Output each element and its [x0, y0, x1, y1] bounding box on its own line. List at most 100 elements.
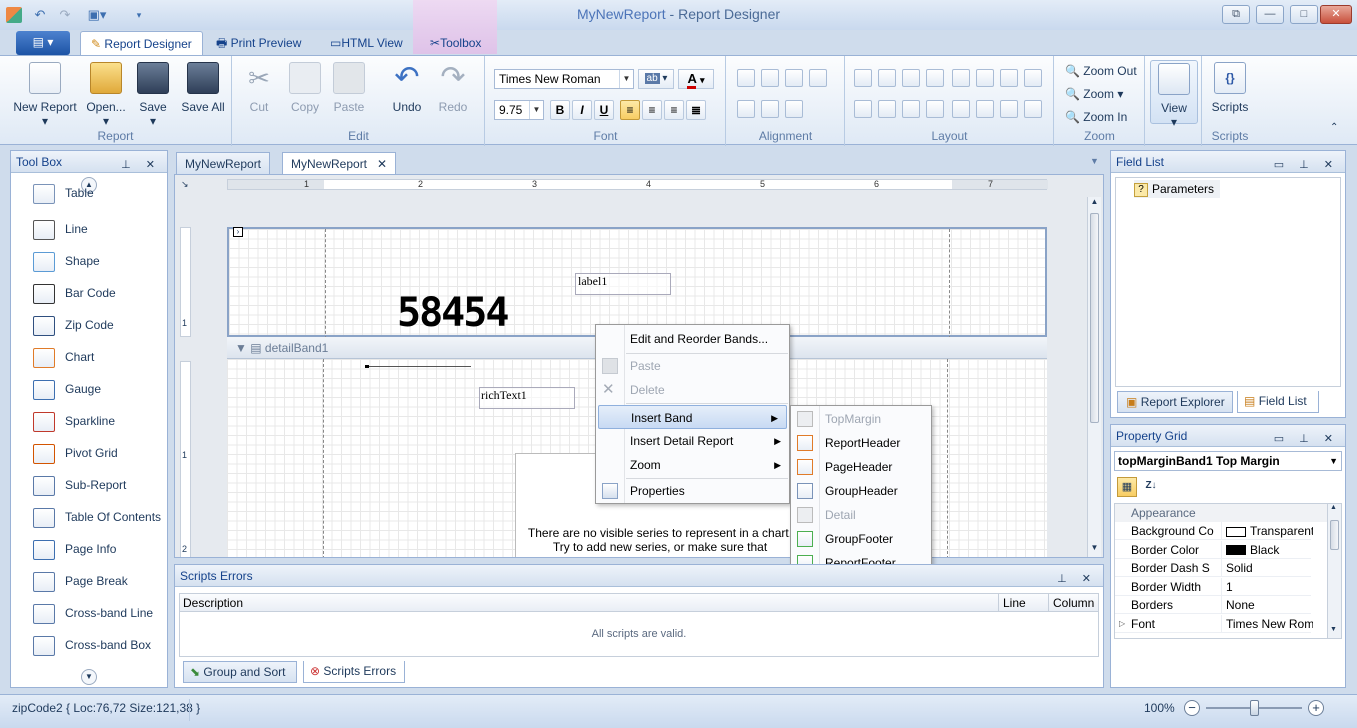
redo-button[interactable]: ↷ Redo	[431, 60, 475, 115]
menu-item-edit-bands[interactable]: Edit and Reorder Bands...	[596, 327, 789, 351]
line-handle[interactable]	[365, 365, 369, 368]
zoom-in-status-button[interactable]: +	[1308, 700, 1324, 716]
toolbox-item-table-of-contents[interactable]: Table Of Contents	[33, 507, 161, 528]
toolbox-item-gauge[interactable]: Gauge	[33, 379, 101, 400]
align-tops-icon[interactable]	[737, 100, 755, 118]
minimize-button[interactable]: —	[1256, 5, 1284, 24]
scroll-down-icon[interactable]: ▼	[1088, 543, 1101, 557]
band-smart-tag-icon[interactable]: ›	[233, 227, 243, 237]
italic-button[interactable]: I	[572, 100, 592, 120]
property-value[interactable]: Transparent	[1221, 522, 1313, 540]
tab-group-and-sort[interactable]: ⬊ Group and Sort	[183, 661, 297, 683]
object-selector[interactable]: topMarginBand1 Top Margin ▼	[1114, 451, 1342, 471]
make-same-width-icon[interactable]	[854, 69, 872, 87]
tree-node-parameters[interactable]: ? Parameters	[1134, 180, 1221, 198]
submenu-item-groupfooter[interactable]: GroupFooter	[791, 527, 931, 551]
property-value[interactable]: Times New Roma...	[1221, 614, 1313, 633]
tab-report-explorer[interactable]: ▣ Report Explorer	[1117, 391, 1233, 413]
toolbox-item-cross-band-line[interactable]: Cross-band Line	[33, 603, 153, 624]
undo-button[interactable]: ↶ Undo	[385, 60, 429, 115]
panel-buttons[interactable]: ▭ ⊥ ✕	[1274, 154, 1339, 176]
scripts-button[interactable]: {} Scripts	[1207, 60, 1253, 114]
property-row[interactable]: Border Dash S Solid	[1115, 559, 1311, 577]
submenu-item-detail[interactable]: Detail	[791, 503, 931, 527]
tab-print-preview[interactable]: 🖶 Print Preview	[206, 31, 311, 55]
align-lefts-icon[interactable]	[737, 69, 755, 87]
label1-control[interactable]: label1	[575, 273, 671, 295]
alphabetical-button[interactable]: Z↓	[1141, 477, 1161, 497]
tab-field-list[interactable]: ▤ Field List	[1237, 391, 1319, 413]
panel-buttons[interactable]: ⊥ ✕	[121, 154, 161, 176]
doc-tab-1[interactable]: MyNewReport	[176, 152, 271, 174]
column-header[interactable]: Column	[1048, 594, 1098, 612]
property-value[interactable]: 1	[1221, 577, 1313, 596]
toolbox-item-bar-code[interactable]: Bar Code	[33, 283, 116, 304]
toolbox-item-table[interactable]: Table	[33, 183, 94, 204]
v-spacing-remove-icon[interactable]	[926, 100, 944, 118]
h-spacing-increase-icon[interactable]	[976, 69, 994, 87]
help-restore-button[interactable]: ⧉	[1222, 5, 1250, 24]
highlight-color-button[interactable]: ab ▾	[638, 69, 674, 89]
property-row[interactable]: Background Co Transparent	[1115, 522, 1313, 540]
view-button[interactable]: View ▾	[1150, 60, 1198, 129]
align-right-button[interactable]: ≡	[664, 100, 684, 120]
make-same-height-icon[interactable]	[902, 69, 920, 87]
panel-buttons[interactable]: ⊥ ✕	[1057, 568, 1097, 590]
toolbox-item-sub-report[interactable]: Sub-Report	[33, 475, 126, 496]
zoom-button[interactable]: 🔍 Zoom ▾	[1065, 87, 1123, 101]
align-bottoms-icon[interactable]	[785, 100, 803, 118]
property-value[interactable]: Black	[1221, 540, 1313, 559]
category-appearance[interactable]: Appearance	[1115, 504, 1327, 522]
h-spacing-equal-icon[interactable]	[952, 69, 970, 87]
align-center-button[interactable]: ≡	[642, 100, 662, 120]
justify-button[interactable]: ≣	[686, 100, 706, 120]
save-button[interactable]: Save ▾	[134, 60, 172, 128]
menu-item-properties[interactable]: Properties	[596, 479, 789, 503]
center-horizontally-icon[interactable]	[952, 100, 970, 118]
scroll-down-icon[interactable]: ▼	[81, 669, 97, 685]
doc-tab-2[interactable]: MyNewReport ✕	[282, 152, 397, 174]
tab-scripts-errors[interactable]: ⊗ Scripts Errors	[303, 661, 405, 683]
make-same-size-icon[interactable]	[926, 69, 944, 87]
zoom-out-button[interactable]: 🔍 Zoom Out	[1065, 64, 1137, 78]
column-header[interactable]: Line	[998, 594, 1048, 612]
menu-item-paste[interactable]: Paste	[596, 354, 789, 378]
h-spacing-decrease-icon[interactable]	[1000, 69, 1018, 87]
align-to-grid-icon[interactable]	[809, 69, 827, 87]
doc-tabs-dropdown-icon[interactable]: ▼	[1090, 156, 1099, 166]
collapse-ribbon-icon[interactable]: ⌃	[1330, 122, 1338, 133]
font-color-button[interactable]: A ▾	[678, 69, 714, 89]
property-row[interactable]: Borders None	[1115, 596, 1311, 614]
tab-report-designer[interactable]: ✎ Report Designer	[80, 31, 203, 56]
application-menu-button[interactable]: ▤ ▾	[16, 31, 70, 55]
categorized-button[interactable]: ▦	[1117, 477, 1137, 497]
tab-html-view[interactable]: ▭HTML View	[320, 31, 413, 55]
v-spacing-equal-icon[interactable]	[854, 100, 872, 118]
toolbox-item-page-break[interactable]: Page Break	[33, 571, 128, 592]
align-left-button[interactable]: ≡	[620, 100, 640, 120]
menu-item-insert-detail-report[interactable]: Insert Detail Report ▶	[596, 429, 789, 453]
property-row[interactable]: Border Color Black	[1115, 540, 1313, 559]
submenu-item-pageheader[interactable]: PageHeader	[791, 455, 931, 479]
v-spacing-increase-icon[interactable]	[878, 100, 896, 118]
tab-toolbox[interactable]: ✂Toolbox	[420, 31, 491, 55]
submenu-item-topmargin[interactable]: TopMargin	[791, 407, 931, 431]
property-row[interactable]: Border Width 1	[1115, 577, 1313, 596]
font-name-combo[interactable]: Times New Roman ▼	[494, 69, 634, 89]
zoom-slider-thumb[interactable]	[1250, 700, 1259, 716]
collapse-icon[interactable]: ▼	[235, 341, 247, 355]
column-header[interactable]: Description	[183, 594, 243, 612]
zipcode-control[interactable]: 58454	[397, 293, 509, 333]
scroll-up-icon[interactable]: ▲	[1088, 197, 1101, 211]
center-vertically-icon[interactable]	[976, 100, 994, 118]
paste-button[interactable]: Paste	[329, 60, 369, 114]
toolbox-item-zip-code[interactable]: Zip Code	[33, 315, 114, 336]
richtext-control[interactable]: richText1	[479, 387, 575, 409]
size-to-grid-icon[interactable]	[878, 69, 896, 87]
submenu-item-reportheader[interactable]: ReportHeader	[791, 431, 931, 455]
expand-icon[interactable]: ▷	[1119, 615, 1125, 633]
menu-item-insert-band[interactable]: Insert Band ▶	[598, 405, 787, 429]
close-button[interactable]: ✕	[1320, 5, 1352, 24]
copy-button[interactable]: Copy	[285, 60, 325, 114]
toolbox-item-sparkline[interactable]: Sparkline	[33, 411, 115, 432]
